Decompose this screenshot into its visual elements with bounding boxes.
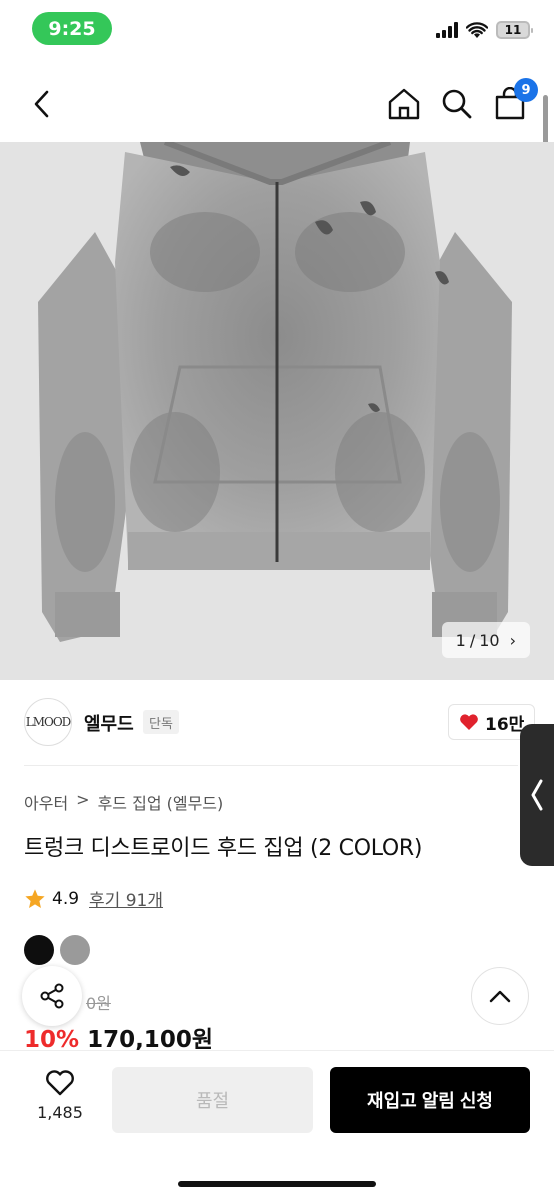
home-indicator xyxy=(178,1181,376,1187)
side-panel-handle[interactable] xyxy=(520,724,554,866)
hoodie-product-photo xyxy=(0,142,554,680)
breadcrumb-subcategory[interactable]: 후드 집업 (엘무드) xyxy=(98,790,224,814)
star-icon xyxy=(25,888,45,908)
chevron-left-icon xyxy=(531,779,543,811)
top-nav: 9 xyxy=(0,72,554,136)
status-bar: 9:25 11 xyxy=(0,0,554,60)
bottom-action-bar: 1,485 품절 재입고 알림 신청 xyxy=(0,1050,554,1200)
color-swatch-black[interactable] xyxy=(24,935,54,965)
wishlist-button[interactable]: 1,485 xyxy=(28,1069,92,1133)
color-swatches xyxy=(24,935,90,965)
home-icon xyxy=(388,88,420,120)
scroll-to-top-button[interactable] xyxy=(471,967,529,1025)
color-swatch-gray[interactable] xyxy=(60,935,90,965)
soldout-button: 품절 xyxy=(112,1067,313,1133)
cart-button[interactable]: 9 xyxy=(490,78,538,124)
home-button[interactable] xyxy=(384,84,424,124)
back-arrow-icon xyxy=(34,90,49,118)
brand-logo[interactable]: LMOOD xyxy=(24,698,72,746)
breadcrumb-separator: > xyxy=(76,790,90,809)
image-separator: / xyxy=(469,630,476,650)
heart-outline-icon xyxy=(46,1070,74,1096)
heart-filled-icon xyxy=(460,714,478,730)
battery-level: 11 xyxy=(504,23,522,37)
breadcrumb: 아우터 > 후드 집업 (엘무드) xyxy=(24,790,223,814)
share-button[interactable] xyxy=(22,966,82,1026)
price-row: 10% 170,100원 xyxy=(24,1020,213,1054)
back-button[interactable] xyxy=(24,84,60,124)
image-counter[interactable]: 1 / 10 › xyxy=(441,622,530,658)
image-total: 10 xyxy=(479,630,500,650)
wishlist-count: 1,485 xyxy=(37,1103,83,1122)
breadcrumb-category[interactable]: 아우터 xyxy=(24,790,68,814)
brand-row: LMOOD 엘무드 단독 16만 xyxy=(0,690,554,760)
product-title: 트렁크 디스트로이드 후드 집업 (2 COLOR) xyxy=(24,836,423,861)
status-time: 9:25 xyxy=(32,12,112,45)
battery-icon: 11 xyxy=(496,21,533,39)
image-current: 1 xyxy=(455,630,466,650)
rating-value: 4.9 xyxy=(52,888,80,909)
chevron-right-icon: › xyxy=(509,630,516,650)
brand-like-count: 16만 xyxy=(485,714,525,735)
brand-name[interactable]: 엘무드 xyxy=(84,710,134,736)
search-icon xyxy=(442,89,472,119)
wifi-icon xyxy=(466,21,488,38)
original-price: 0원 xyxy=(86,994,111,1013)
search-button[interactable] xyxy=(437,84,477,124)
divider xyxy=(24,765,518,766)
cellular-signal-icon xyxy=(436,22,458,38)
review-count-link[interactable]: 후기 91개 xyxy=(89,886,163,911)
brand-logo-text: LMOOD xyxy=(25,715,72,729)
sale-price: 170,100원 xyxy=(87,1027,213,1053)
product-image-carousel[interactable]: 1 / 10 › xyxy=(0,142,554,680)
rating-row: 4.9 후기 91개 xyxy=(24,886,163,911)
status-icons: 11 xyxy=(436,21,533,39)
share-icon xyxy=(40,983,64,1009)
cart-count-badge: 9 xyxy=(514,78,538,102)
chevron-up-icon xyxy=(489,990,511,1003)
restock-alert-button[interactable]: 재입고 알림 신청 xyxy=(330,1067,530,1133)
exclusive-tag: 단독 xyxy=(143,710,179,734)
